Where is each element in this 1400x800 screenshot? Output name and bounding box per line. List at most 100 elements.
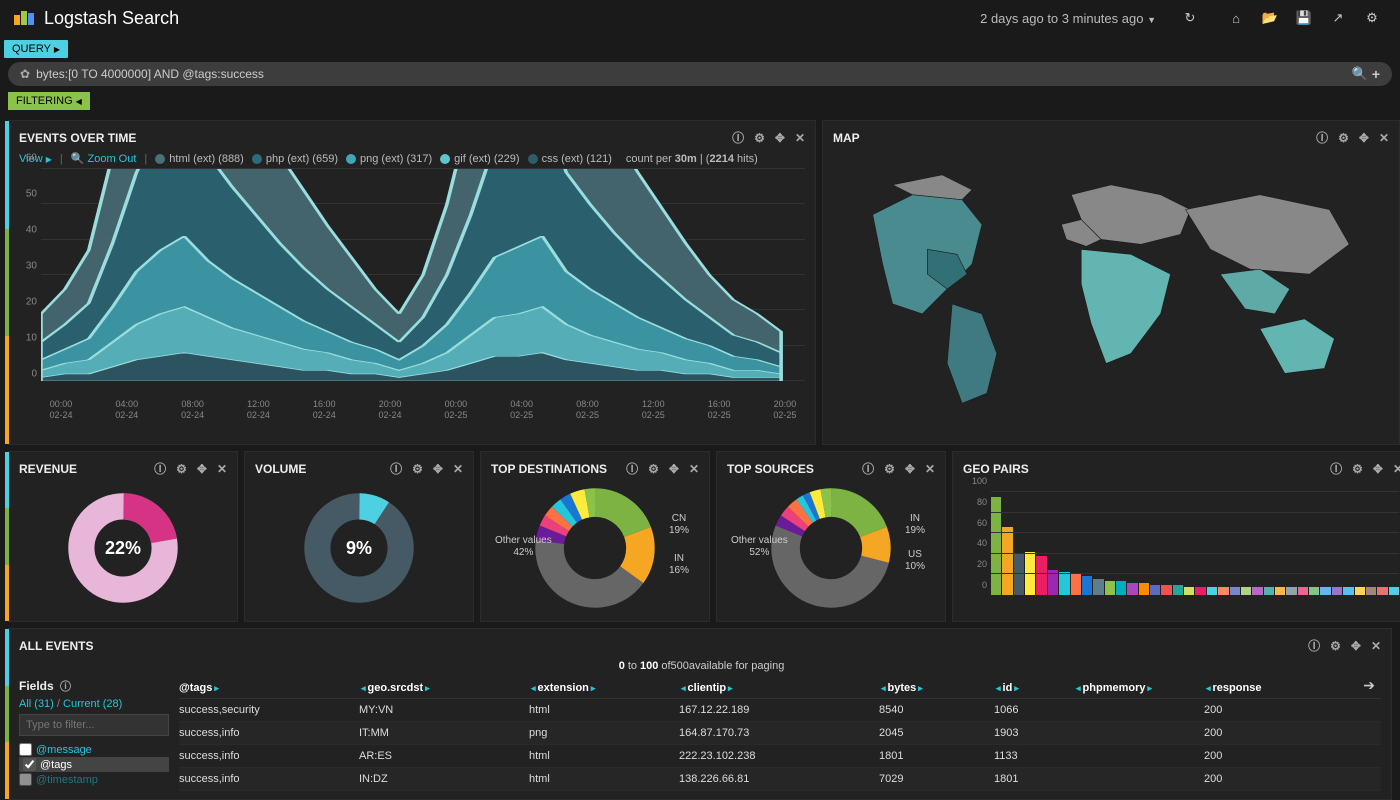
query-text[interactable]: bytes:[0 TO 4000000] AND @tags:success: [36, 67, 1346, 81]
volume-donut-chart[interactable]: 9%: [255, 483, 463, 613]
gear-icon[interactable]: ⚙: [648, 462, 659, 476]
current-fields-link[interactable]: Current (28): [63, 698, 122, 710]
column-header-response[interactable]: ◂response: [1204, 682, 1284, 694]
volume-panel: VOLUME ⓘ ⚙ ✥ ✕ 9%: [244, 451, 474, 622]
slice-label-other: Other values42%: [495, 535, 552, 559]
move-icon[interactable]: ✥: [669, 462, 679, 476]
gear-icon[interactable]: ⚙: [1330, 639, 1341, 653]
revenue-donut-chart[interactable]: 22%: [19, 483, 227, 613]
table-row[interactable]: success,securityMY:VNhtml167.12.22.18985…: [179, 699, 1381, 722]
legend-item-php[interactable]: php (ext) (659): [252, 153, 338, 165]
move-icon[interactable]: ✥: [197, 462, 207, 476]
zoom-out-button[interactable]: 🔍 Zoom Out: [71, 152, 137, 165]
filtering-tab[interactable]: FILTERING◀: [8, 92, 90, 110]
close-icon[interactable]: ✕: [925, 462, 935, 476]
settings-icon[interactable]: ⚙: [1358, 4, 1386, 32]
column-header-clientip[interactable]: ◂clientip▸: [679, 682, 879, 694]
query-settings-icon[interactable]: ✿: [20, 67, 30, 81]
move-icon[interactable]: ✥: [905, 462, 915, 476]
legend-item-css[interactable]: css (ext) (121): [528, 153, 612, 165]
geo-pairs-bar-chart[interactable]: 020406080100: [963, 483, 1400, 613]
query-tab[interactable]: QUERY▶: [4, 40, 68, 58]
info-icon[interactable]: ⓘ: [732, 129, 744, 146]
save-icon[interactable]: 💾: [1290, 4, 1318, 32]
chart-plot-area: [991, 491, 1399, 595]
column-header-bytes[interactable]: ◂bytes▸: [879, 682, 994, 694]
info-icon[interactable]: ⓘ: [626, 460, 638, 477]
gear-icon[interactable]: ⚙: [1338, 131, 1349, 145]
all-fields-link[interactable]: All (31): [19, 698, 54, 710]
events-over-time-panel: EVENTS OVER TIME ⓘ ⚙ ✥ ✕ View ▶ | 🔍 Zoom…: [8, 120, 816, 445]
close-icon[interactable]: ✕: [1371, 639, 1381, 653]
field-checkbox-tags[interactable]: @tags: [19, 757, 169, 772]
table-row[interactable]: success,infoIT:MMpng164.87.170.732045190…: [179, 722, 1381, 745]
search-icon[interactable]: 🔍: [1352, 66, 1368, 82]
panel-title: GEO PAIRS: [963, 462, 1320, 476]
legend-item-gif[interactable]: gif (ext) (229): [440, 153, 519, 165]
help-icon[interactable]: ⓘ: [60, 681, 71, 693]
close-icon[interactable]: ✕: [1393, 462, 1400, 476]
column-header-phpmemory[interactable]: ◂phpmemory▸: [1074, 682, 1204, 694]
close-icon[interactable]: ✕: [217, 462, 227, 476]
close-icon[interactable]: ✕: [795, 131, 805, 145]
chart-plot-area: [41, 169, 805, 381]
move-icon[interactable]: ✥: [1351, 639, 1361, 653]
panel-title: TOP DESTINATIONS: [491, 462, 616, 476]
events-toolbar: View ▶ | 🔍 Zoom Out | html (ext) (888) p…: [19, 152, 805, 165]
home-icon[interactable]: ⌂: [1222, 4, 1250, 32]
panel-title: VOLUME: [255, 462, 380, 476]
info-icon[interactable]: ⓘ: [390, 460, 402, 477]
move-icon[interactable]: ✥: [1373, 462, 1383, 476]
panel-title: MAP: [833, 131, 1306, 145]
legend-item-png[interactable]: png (ext) (317): [346, 153, 432, 165]
move-icon[interactable]: ✥: [1359, 131, 1369, 145]
info-icon[interactable]: ⓘ: [154, 460, 166, 477]
query-input-row: ✿ bytes:[0 TO 4000000] AND @tags:success…: [8, 62, 1392, 86]
gear-icon[interactable]: ⚙: [754, 131, 765, 145]
table-row[interactable]: success,infoIN:DZhtml138.226.66.81702918…: [179, 768, 1381, 791]
column-header-extension[interactable]: ◂extension▸: [529, 682, 679, 694]
revenue-panel: REVENUE ⓘ ⚙ ✥ ✕ 22%: [8, 451, 238, 622]
top-destinations-pie-chart[interactable]: CN19% IN16% Other values42%: [491, 483, 699, 613]
revenue-center-label: 22%: [105, 538, 141, 559]
world-map[interactable]: [833, 152, 1389, 436]
gear-icon[interactable]: ⚙: [176, 462, 187, 476]
panel-title: EVENTS OVER TIME: [19, 131, 722, 145]
events-area-chart[interactable]: 0102030405060 00:0002-2404:0002-2408:000…: [19, 169, 805, 409]
info-icon[interactable]: ⓘ: [1316, 129, 1328, 146]
info-icon[interactable]: ⓘ: [1330, 460, 1342, 477]
add-query-icon[interactable]: +: [1372, 66, 1380, 82]
legend-item-html[interactable]: html (ext) (888): [155, 153, 244, 165]
column-header-id[interactable]: ◂id▸: [994, 682, 1074, 694]
info-icon[interactable]: ⓘ: [1308, 637, 1320, 654]
gear-icon[interactable]: ⚙: [412, 462, 423, 476]
column-header-tags[interactable]: @tags▸: [179, 682, 359, 694]
table-row[interactable]: success,infoAR:EShtml222.23.102.23818011…: [179, 745, 1381, 768]
topbar-right: 2 days ago to 3 minutes ago ▼ ↻ ⌂ 📂 💾 ↗ …: [980, 4, 1386, 32]
topbar: Logstash Search 2 days ago to 3 minutes …: [0, 0, 1400, 36]
close-icon[interactable]: ✕: [1379, 131, 1389, 145]
panel-color-stripes: [5, 629, 9, 799]
close-icon[interactable]: ✕: [453, 462, 463, 476]
gear-icon[interactable]: ⚙: [1352, 462, 1363, 476]
fields-links: All (31) / Current (28): [19, 698, 169, 710]
next-page-arrow-icon[interactable]: ➔: [1363, 677, 1375, 694]
app-title: Logstash Search: [44, 8, 179, 29]
close-icon[interactable]: ✕: [689, 462, 699, 476]
refresh-icon[interactable]: ↻: [1176, 4, 1204, 32]
open-icon[interactable]: 📂: [1256, 4, 1284, 32]
panel-title: REVENUE: [19, 462, 144, 476]
info-icon[interactable]: ⓘ: [862, 460, 874, 477]
top-sources-pie-chart[interactable]: IN19% US10% Other values52%: [727, 483, 935, 613]
field-checkbox-message[interactable]: @message: [19, 742, 169, 757]
share-icon[interactable]: ↗: [1324, 4, 1352, 32]
field-checkbox-timestamp[interactable]: @timestamp: [19, 772, 169, 787]
field-filter-input[interactable]: [19, 714, 169, 736]
move-icon[interactable]: ✥: [433, 462, 443, 476]
column-header-geo[interactable]: ◂geo.srcdst▸: [359, 682, 529, 694]
count-per-text: count per 30m | (2214 hits): [626, 153, 758, 165]
top-sources-panel: TOP SOURCES ⓘ⚙✥✕ IN19% US10% Other value…: [716, 451, 946, 622]
time-range-picker[interactable]: 2 days ago to 3 minutes ago ▼: [980, 11, 1156, 26]
move-icon[interactable]: ✥: [775, 131, 785, 145]
gear-icon[interactable]: ⚙: [884, 462, 895, 476]
